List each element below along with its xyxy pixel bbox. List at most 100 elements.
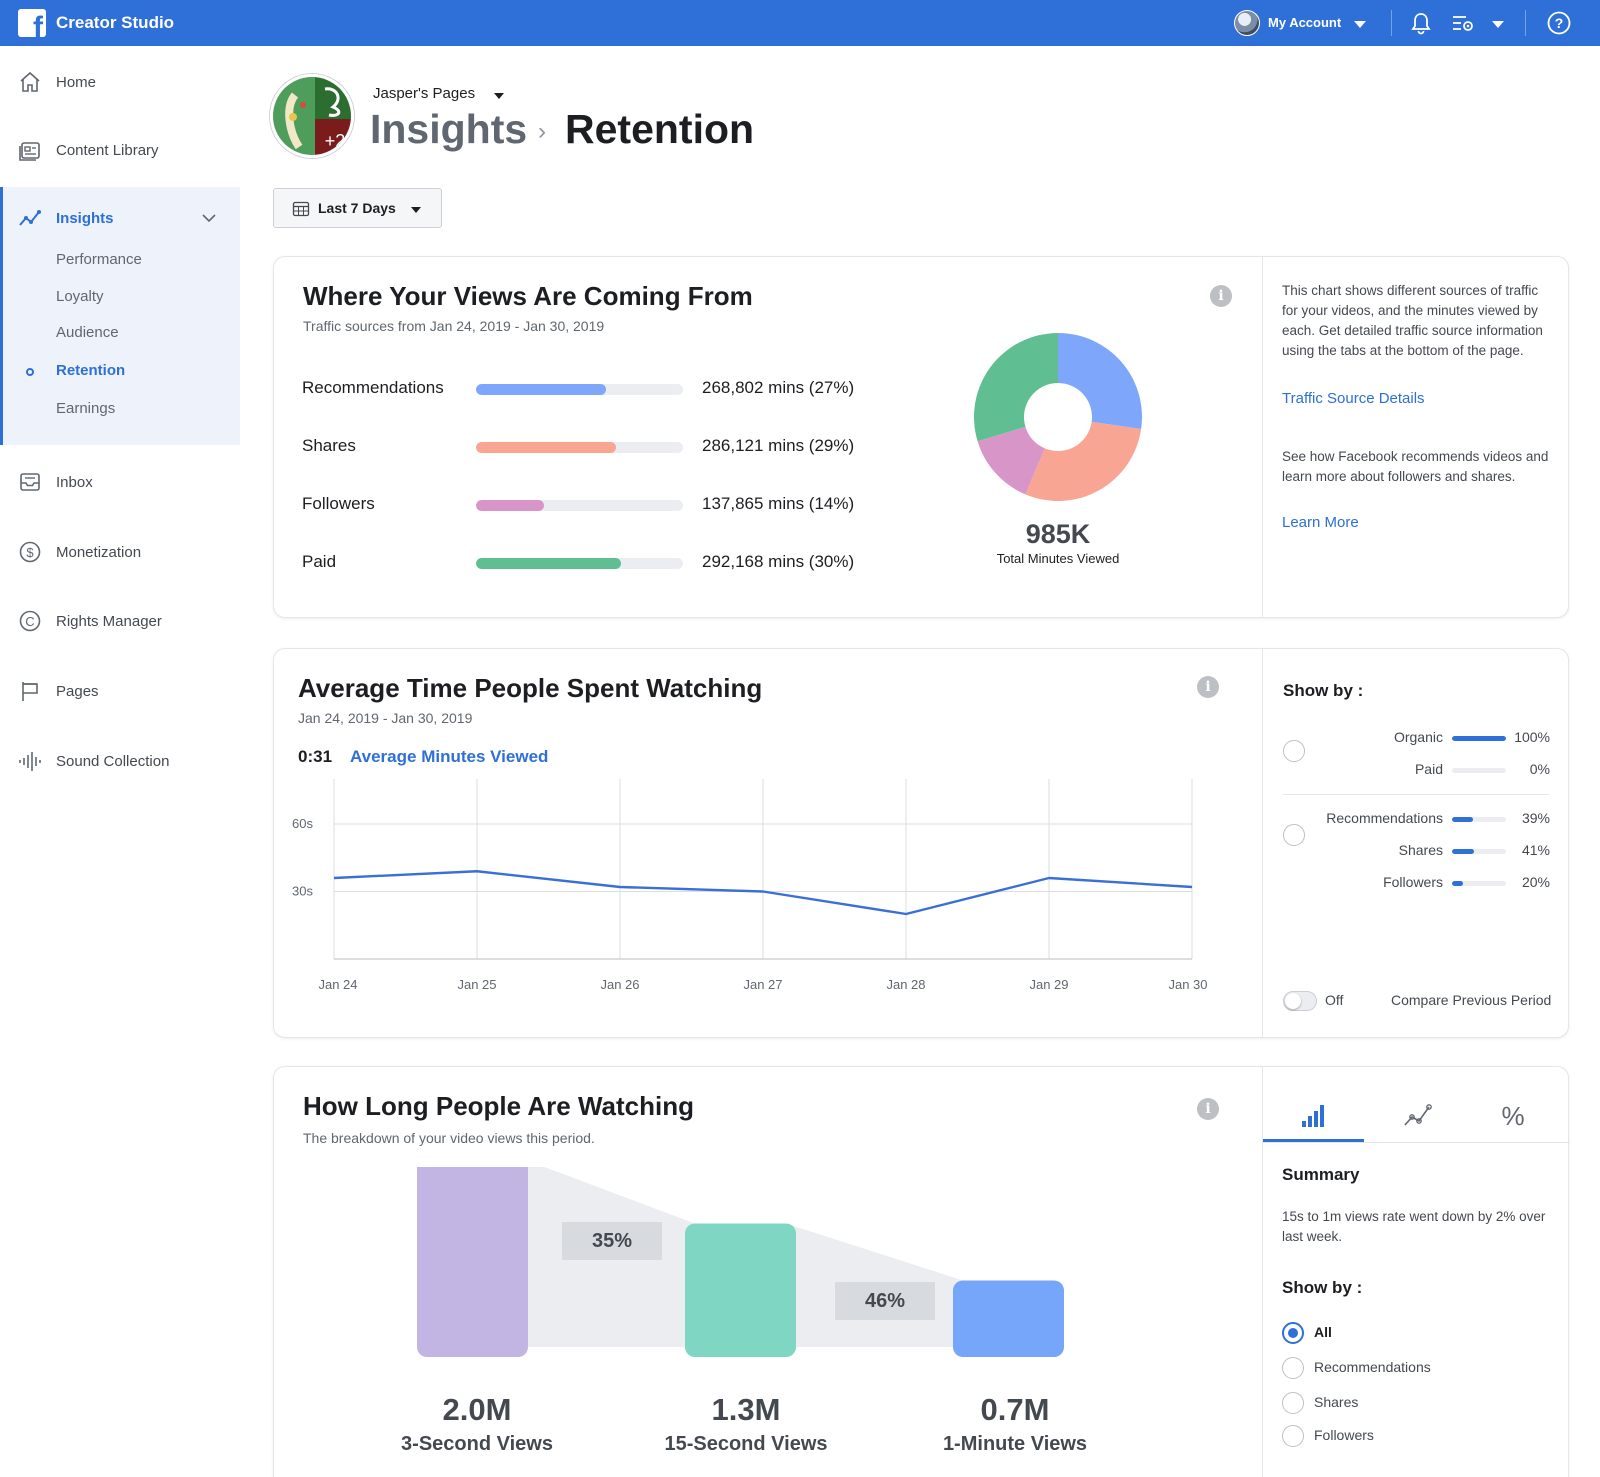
breakdown-label: Paid <box>1414 761 1443 777</box>
traffic-source-details-link[interactable]: Traffic Source Details <box>1282 390 1425 407</box>
views-card-sidebar: This chart shows different sources of tr… <box>1262 257 1569 617</box>
line-chart-icon[interactable] <box>1367 1087 1467 1147</box>
side-description: See how Facebook recommends videos and l… <box>1282 449 1549 484</box>
help-icon[interactable]: ? <box>1546 10 1572 36</box>
page-logo-icon: +2 <box>273 77 351 155</box>
page-selector-caret-icon[interactable] <box>494 93 504 99</box>
funnel-value: 0.7M <box>980 1392 1050 1427</box>
sidebar-item-rights-manager[interactable]: C Rights Manager <box>0 601 240 641</box>
date-range-label: Last 7 Days <box>318 200 396 216</box>
filter-label-all: All <box>1314 1324 1332 1340</box>
source-bar-fill <box>476 558 621 569</box>
filter-radio-all[interactable] <box>1282 1322 1304 1344</box>
breakdown-bar-track <box>1452 736 1506 741</box>
page-selector[interactable]: Jasper's Pages <box>373 85 475 102</box>
settings-icon[interactable] <box>1450 10 1476 36</box>
filter-radio-followers[interactable] <box>1282 1425 1304 1447</box>
sidebar-item-pages[interactable]: Pages <box>0 671 240 711</box>
sidebar-item-insights[interactable]: Insights <box>0 198 240 238</box>
date-range-dropdown[interactable]: Last 7 Days <box>273 188 442 228</box>
breakdown-pct: 41% <box>1521 842 1550 858</box>
home-icon <box>20 71 40 92</box>
inbox-icon <box>20 473 40 491</box>
breakdown-bar-fill <box>1452 849 1475 854</box>
sidebar-item-label: Monetization <box>56 543 142 561</box>
active-tab-indicator <box>1263 1139 1364 1142</box>
breakdown-label: Followers <box>1383 874 1443 890</box>
bar-chart-icon[interactable] <box>1263 1087 1363 1147</box>
funnel-bar[interactable] <box>417 1167 528 1357</box>
topbar-divider <box>1525 10 1526 36</box>
funnel-bar-base <box>685 1337 796 1347</box>
sidebar-subitem-retention[interactable]: Retention <box>56 362 125 379</box>
funnel-label: 1-Minute Views <box>942 1433 1088 1455</box>
sidebar-item-label: Sound Collection <box>56 752 170 770</box>
sidebar-item-monetization[interactable]: $ Monetization <box>0 532 240 572</box>
facebook-logo-icon[interactable]: f <box>18 9 46 37</box>
funnel-value: 2.0M <box>442 1392 512 1427</box>
breakdown-bar-fill <box>1452 881 1463 886</box>
sidebar-subitem-performance[interactable]: Performance <box>56 251 142 268</box>
bell-icon[interactable] <box>1408 10 1434 36</box>
app-title[interactable]: Creator Studio <box>56 13 174 33</box>
page-avatar[interactable]: +2 <box>270 74 354 158</box>
chevron-down-icon[interactable] <box>202 213 216 223</box>
sidebar-item-label: Content Library <box>56 141 159 159</box>
drop-rate-badge: 35% <box>562 1222 662 1260</box>
sidebar-item-content-library[interactable]: Content Library <box>0 130 240 170</box>
donut-slice-shares[interactable] <box>1025 421 1142 501</box>
show-by-label: Show by : <box>1282 1278 1363 1297</box>
card-title: How Long People Are Watching <box>303 1091 694 1121</box>
source-bar-fill <box>476 500 544 511</box>
breakdown-bar-track <box>1452 849 1506 854</box>
source-row-paid: Paid 292,168 mins (30%) <box>302 549 902 577</box>
sidebar-item-inbox[interactable]: Inbox <box>0 462 240 502</box>
settings-caret-icon[interactable] <box>1492 21 1504 28</box>
filter-radio-recommendations[interactable] <box>1282 1357 1304 1379</box>
show-by-label: Show by : <box>1283 681 1364 700</box>
sidebar-item-home[interactable]: Home <box>0 62 240 102</box>
source-value: 286,121 mins (29%) <box>702 436 855 455</box>
info-icon[interactable]: i <box>1197 676 1219 698</box>
sidebar-subitem-audience[interactable]: Audience <box>56 324 119 341</box>
svg-text:+2: +2 <box>325 131 346 151</box>
avg-minutes-label: Average Minutes Viewed <box>350 747 549 766</box>
donut-slice-recommendations[interactable] <box>1058 333 1142 430</box>
breakdown-bar-track <box>1452 817 1506 822</box>
learn-more-link[interactable]: Learn More <box>1282 514 1359 531</box>
donut-slice-paid[interactable] <box>974 333 1058 442</box>
sidebar-item-label: Pages <box>56 682 99 700</box>
source-label: Shares <box>302 436 356 455</box>
percent-icon[interactable]: % <box>1463 1087 1563 1147</box>
funnel-bar[interactable] <box>685 1223 796 1358</box>
source-label: Followers <box>302 494 375 513</box>
summary-text: 15s to 1m views rate went down by 2% ove… <box>1282 1209 1546 1244</box>
source-row-followers: Followers 137,865 mins (14%) <box>302 491 902 519</box>
account-caret-icon[interactable] <box>1354 21 1366 28</box>
filter-radio-shares[interactable] <box>1282 1392 1304 1414</box>
flag-icon <box>22 682 38 701</box>
svg-text:%: % <box>1501 1101 1524 1131</box>
how-long-card-sidebar: % Summary 15s to 1m views rate went down… <box>1262 1067 1570 1477</box>
account-avatar[interactable] <box>1234 10 1260 36</box>
x-tick-label: Jan 24 <box>318 977 357 992</box>
breakdown-label: Organic <box>1393 729 1443 745</box>
side-description: This chart shows different sources of tr… <box>1282 283 1543 358</box>
sidebar-item-label: Home <box>56 73 97 91</box>
source-value: 292,168 mins (30%) <box>702 552 855 571</box>
date-range-caret-icon <box>411 207 421 213</box>
my-account-button[interactable]: My Account <box>1268 15 1341 30</box>
funnel-bar-base <box>417 1337 528 1347</box>
active-indicator-icon <box>26 368 34 376</box>
sidebar-item-sound-collection[interactable]: Sound Collection <box>0 741 240 781</box>
breadcrumb-insights[interactable]: Insights <box>370 106 527 153</box>
show-by-organic-paid-radio[interactable] <box>1283 740 1305 762</box>
sidebar-subitem-loyalty[interactable]: Loyalty <box>56 288 104 305</box>
info-icon[interactable]: i <box>1197 1098 1219 1120</box>
sidebar-subitem-earnings[interactable]: Earnings <box>56 400 115 417</box>
source-bar-fill <box>476 384 607 395</box>
compare-toggle[interactable] <box>1283 991 1317 1011</box>
info-icon[interactable]: i <box>1210 285 1232 307</box>
views-funnel-chart <box>417 1167 1064 1358</box>
avg-time-card: Average Time People Spent Watching Jan 2… <box>273 648 1569 1038</box>
